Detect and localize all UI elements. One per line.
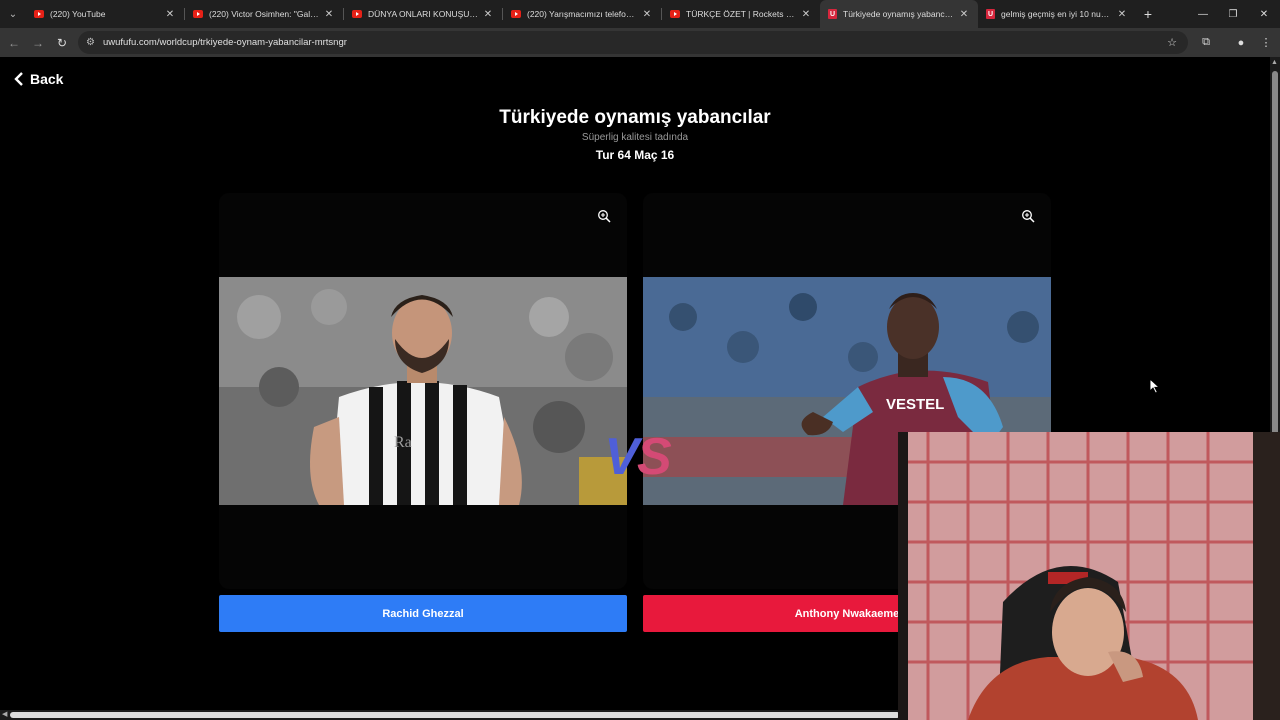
restore-button[interactable]: ❐ xyxy=(1218,0,1248,28)
back-button[interactable]: Back xyxy=(14,71,63,87)
scrollbar-thumb[interactable] xyxy=(10,712,900,718)
address-bar[interactable]: ⚙ uwufufu.com/worldcup/trkiyede-oynam-ya… xyxy=(78,31,1188,54)
youtube-icon xyxy=(511,10,521,18)
browser-tab[interactable]: U gelmiş geçmiş en iyi 10 numara ✕ xyxy=(978,0,1136,28)
zoom-in-icon[interactable] xyxy=(597,209,611,223)
url-text: uwufufu.com/worldcup/trkiyede-oynam-yaba… xyxy=(102,37,347,48)
uwufufu-icon: U xyxy=(986,9,995,19)
jersey-sponsor: VESTEL xyxy=(886,396,944,413)
youtube-icon xyxy=(352,10,362,18)
round-label: Tur 64 Maç 16 xyxy=(595,148,675,162)
vs-label: VS xyxy=(587,427,687,487)
browser-tab-active[interactable]: U Türkiyede oynamış yabancılar | ✕ xyxy=(820,0,978,28)
scroll-left-icon[interactable]: ◀ xyxy=(2,710,7,718)
page-subtitle: Süperlig kalitesi tadında xyxy=(581,132,689,143)
uwufufu-icon: U xyxy=(828,9,837,19)
page-title: Türkiyede oynamış yabancılar xyxy=(499,107,771,128)
vs-letter-s: S xyxy=(637,428,672,486)
youtube-icon xyxy=(193,10,203,18)
tab-search-button[interactable]: ⌄ xyxy=(0,0,26,28)
bookmark-star-icon[interactable]: ☆ xyxy=(1160,28,1184,57)
mouse-cursor-icon xyxy=(1149,378,1161,394)
back-arrow-icon[interactable]: ← xyxy=(2,31,26,55)
close-icon[interactable]: ✕ xyxy=(958,9,970,20)
close-icon[interactable]: ✕ xyxy=(164,9,176,20)
extensions-icon[interactable]: ⧉ xyxy=(1194,28,1218,57)
close-window-button[interactable]: ✕ xyxy=(1249,0,1279,28)
scroll-up-icon[interactable]: ▲ xyxy=(1271,59,1278,66)
browser-tab[interactable]: (220) YouTube ✕ xyxy=(26,0,184,28)
site-info-icon[interactable]: ⚙ xyxy=(86,37,95,48)
browser-tab[interactable]: TÜRKÇE ÖZET | Rockets vs Lake ✕ xyxy=(662,0,820,28)
tab-title: Türkiyede oynamış yabancılar | xyxy=(843,9,954,19)
menu-kebab-icon[interactable]: ⋮ xyxy=(1254,28,1278,57)
forward-arrow-icon[interactable]: → xyxy=(26,31,50,55)
zoom-in-icon[interactable] xyxy=(1021,209,1035,223)
tab-title: (220) Victor Osimhen: "Galatasa xyxy=(209,9,319,19)
tab-title: (220) YouTube xyxy=(50,9,106,19)
browser-tab[interactable]: (220) Yarışmacımızı telefon joke ✕ xyxy=(503,0,661,28)
close-icon[interactable]: ✕ xyxy=(323,9,335,20)
webcam-overlay xyxy=(898,432,1280,720)
select-left-button[interactable]: Rachid Ghezzal xyxy=(219,595,627,632)
tab-strip: ⌄ (220) YouTube ✕ (220) Victor Osimhen: … xyxy=(0,0,1280,28)
youtube-icon xyxy=(670,10,680,18)
choice-card-left[interactable]: Ra xyxy=(219,193,627,589)
tab-title: TÜRKÇE ÖZET | Rockets vs Lake xyxy=(686,9,796,19)
profile-avatar[interactable]: ● xyxy=(1229,28,1253,57)
reload-icon[interactable]: ↻ xyxy=(50,31,74,55)
back-label: Back xyxy=(30,71,64,87)
browser-tab[interactable]: DÜNYA ONLARI KONUŞUYOR! ✕ xyxy=(344,0,502,28)
browser-tab[interactable]: (220) Victor Osimhen: "Galatasa ✕ xyxy=(185,0,343,28)
player-photo-left[interactable]: Ra xyxy=(219,277,627,505)
tab-title: gelmiş geçmiş en iyi 10 numara xyxy=(1001,9,1112,19)
close-icon[interactable]: ✕ xyxy=(641,9,653,20)
toolbar: ← → ↻ ⚙ uwufufu.com/worldcup/trkiyede-oy… xyxy=(0,28,1280,57)
minimize-button[interactable]: — xyxy=(1188,0,1218,28)
new-tab-button[interactable]: + xyxy=(1136,6,1160,22)
close-icon[interactable]: ✕ xyxy=(482,9,494,20)
vs-letter-v: V xyxy=(604,428,639,486)
tab-title: DÜNYA ONLARI KONUŞUYOR! xyxy=(368,9,478,19)
tab-title: (220) Yarışmacımızı telefon joke xyxy=(527,9,637,19)
youtube-icon xyxy=(34,10,44,18)
jersey-sponsor: Ra xyxy=(394,434,412,451)
close-icon[interactable]: ✕ xyxy=(800,9,812,20)
chevron-left-icon xyxy=(14,72,23,86)
close-icon[interactable]: ✕ xyxy=(1116,9,1128,20)
scrollbar-thumb[interactable] xyxy=(1272,71,1278,463)
